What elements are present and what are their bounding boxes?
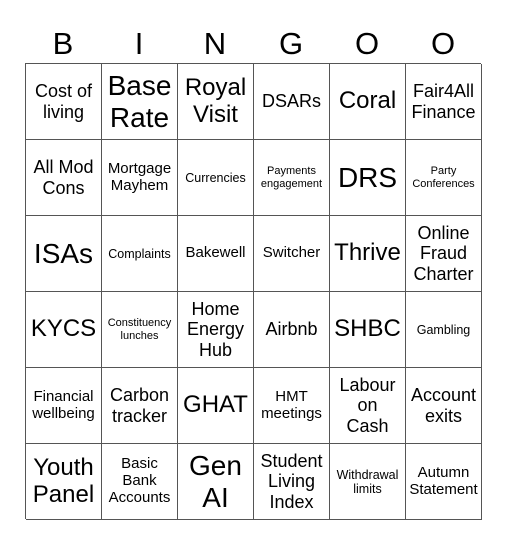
bingo-cell[interactable]: ISAs xyxy=(26,216,102,292)
bingo-cell[interactable]: KYCS xyxy=(26,292,102,368)
bingo-cell[interactable]: Financial wellbeing xyxy=(26,368,102,444)
cell-label: Airbnb xyxy=(265,319,318,340)
bingo-header: B I N G O O xyxy=(25,24,481,64)
cell-label: HMT meetings xyxy=(261,387,322,422)
bingo-cell[interactable]: Carbon tracker xyxy=(102,368,178,444)
cell-label: Constituency lunches xyxy=(107,317,172,342)
bingo-cell[interactable]: Gambling xyxy=(406,292,482,368)
cell-label: DSARs xyxy=(261,91,321,112)
cell-label: All Mod Cons xyxy=(33,157,94,198)
bingo-cell[interactable]: Airbnb xyxy=(254,292,330,368)
bingo-cell[interactable]: Fair4All Finance xyxy=(406,64,482,140)
bingo-cell[interactable]: Labour on Cash xyxy=(330,368,406,444)
cell-label: Royal Visit xyxy=(184,73,247,128)
cell-label: KYCS xyxy=(30,315,97,343)
cell-label: Home Energy Hub xyxy=(186,299,245,360)
cell-label: Base Rate xyxy=(107,70,172,133)
bingo-cell[interactable]: Bakewell xyxy=(178,216,254,292)
bingo-cell[interactable]: Coral xyxy=(330,64,406,140)
bingo-cell[interactable]: SHBC xyxy=(330,292,406,368)
bingo-cell[interactable]: Basic Bank Accounts xyxy=(102,444,178,520)
bingo-cell[interactable]: Thrive xyxy=(330,216,406,292)
header-letter-o1: O xyxy=(354,26,380,61)
cell-label: Gen AI xyxy=(189,450,242,513)
cell-label: Youth Panel xyxy=(32,453,95,508)
cell-label: ISAs xyxy=(33,237,94,269)
bingo-cell[interactable]: Party Conferences xyxy=(406,140,482,216)
bingo-cell[interactable]: Complaints xyxy=(102,216,178,292)
cell-label: Autumn Statement xyxy=(409,463,478,498)
bingo-cell[interactable]: Account exits xyxy=(406,368,482,444)
cell-label: Gambling xyxy=(416,322,471,337)
cell-label: Party Conferences xyxy=(412,165,475,190)
bingo-cell[interactable]: All Mod Cons xyxy=(26,140,102,216)
cell-label: Switcher xyxy=(262,244,321,262)
bingo-cell[interactable]: Withdrawal limits xyxy=(330,444,406,520)
bingo-cell[interactable]: Switcher xyxy=(254,216,330,292)
cell-label: Coral xyxy=(338,87,397,115)
bingo-cell[interactable]: GHAT xyxy=(178,368,254,444)
cell-label: Financial wellbeing xyxy=(32,387,95,422)
cell-label: Fair4All Finance xyxy=(411,81,476,122)
cell-label: Basic Bank Accounts xyxy=(108,455,171,506)
cell-label: Bakewell xyxy=(185,244,246,262)
bingo-cell[interactable]: Autumn Statement xyxy=(406,444,482,520)
bingo-cell[interactable]: Constituency lunches xyxy=(102,292,178,368)
bingo-cell[interactable]: Gen AI xyxy=(178,444,254,520)
cell-label: GHAT xyxy=(183,391,248,419)
bingo-cell[interactable]: Payments engagement xyxy=(254,140,330,216)
bingo-cell[interactable]: Student Living Index xyxy=(254,444,330,520)
bingo-cell[interactable]: Online Fraud Charter xyxy=(406,216,482,292)
cell-label: Thrive xyxy=(334,239,401,267)
bingo-board: Cost of living Base Rate Royal Visit DSA… xyxy=(25,63,482,520)
bingo-cell[interactable]: HMT meetings xyxy=(254,368,330,444)
cell-label: Carbon tracker xyxy=(109,385,170,426)
bingo-cell[interactable]: Royal Visit xyxy=(178,64,254,140)
cell-label: Labour on Cash xyxy=(339,375,396,436)
bingo-cell[interactable]: Mortgage Mayhem xyxy=(102,140,178,216)
cell-label: Cost of living xyxy=(34,81,93,122)
cell-label: Account exits xyxy=(410,385,477,426)
cell-label: Withdrawal limits xyxy=(336,467,399,496)
bingo-cell[interactable]: Youth Panel xyxy=(26,444,102,520)
cell-label: Currencies xyxy=(185,170,246,185)
cell-label: SHBC xyxy=(334,315,401,343)
cell-label: Student Living Index xyxy=(260,451,323,512)
cell-label: DRS xyxy=(337,161,398,193)
bingo-cell[interactable]: Cost of living xyxy=(26,64,102,140)
bingo-cell[interactable]: Home Energy Hub xyxy=(178,292,254,368)
bingo-cell[interactable]: Currencies xyxy=(178,140,254,216)
header-letter-g: G xyxy=(278,26,304,61)
header-letter-o2: O xyxy=(430,26,456,61)
header-letter-i: I xyxy=(134,26,144,61)
bingo-cell[interactable]: DRS xyxy=(330,140,406,216)
header-letter-n: N xyxy=(203,26,227,61)
bingo-cell[interactable]: Base Rate xyxy=(102,64,178,140)
cell-label: Mortgage Mayhem xyxy=(107,159,172,194)
header-letter-b: B xyxy=(52,26,74,61)
cell-label: Complaints xyxy=(108,246,171,261)
cell-label: Online Fraud Charter xyxy=(413,223,474,284)
cell-label: Payments engagement xyxy=(260,165,323,190)
bingo-cell[interactable]: DSARs xyxy=(254,64,330,140)
